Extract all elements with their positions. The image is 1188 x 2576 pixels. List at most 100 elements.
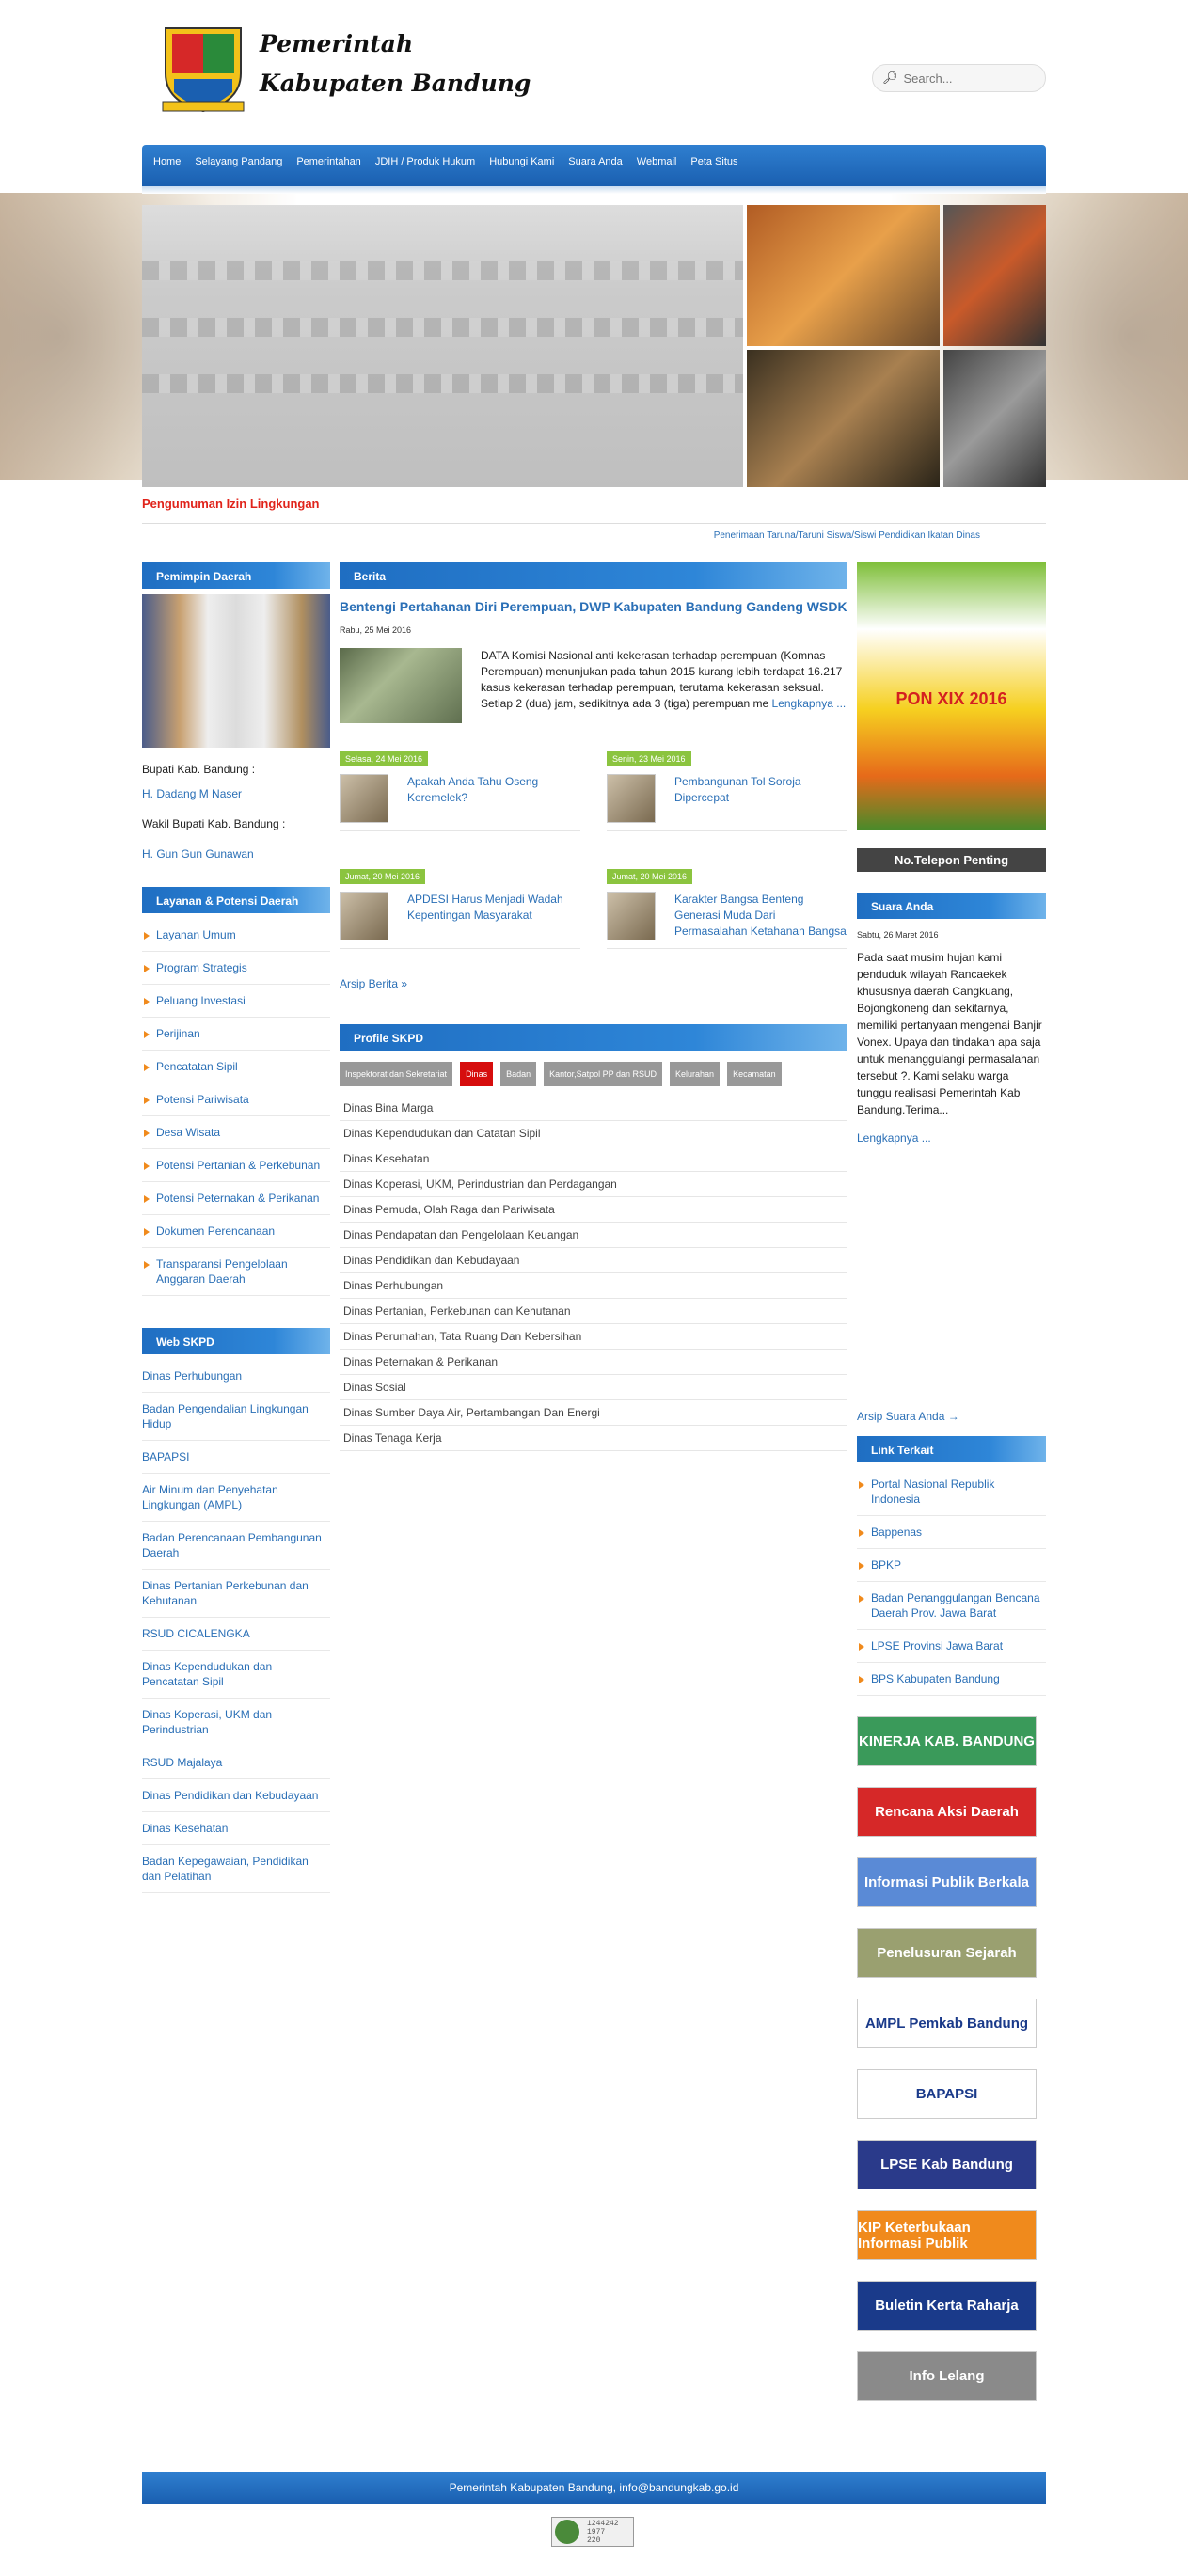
- suara-archive-link[interactable]: Arsip Suara Anda →: [857, 1410, 1046, 1423]
- nav-item-home[interactable]: Home: [153, 156, 181, 167]
- layanan-item[interactable]: Program Strategis: [142, 952, 330, 985]
- news-title-link[interactable]: APDESI Harus Menjadi Wadah Kepentingan M…: [407, 892, 580, 940]
- dinas-item[interactable]: Dinas Perhubungan: [340, 1273, 847, 1299]
- layanan-item[interactable]: Perijinan: [142, 1018, 330, 1051]
- layanan-item[interactable]: Transparansi Pengelolaan Anggaran Daerah: [142, 1248, 330, 1296]
- nav-item-peta-situs[interactable]: Peta Situs: [690, 156, 737, 167]
- web-skpd-item[interactable]: Dinas Koperasi, UKM dan Perindustrian: [142, 1699, 330, 1746]
- banner-bapapsi[interactable]: BAPAPSI: [857, 2069, 1037, 2119]
- image-slider[interactable]: [142, 205, 1046, 487]
- featured-image[interactable]: [340, 648, 462, 723]
- banner-rencana-aksi-daerah[interactable]: Rencana Aksi Daerah: [857, 1787, 1037, 1837]
- related-link[interactable]: Portal Nasional Republik Indonesia: [857, 1468, 1046, 1516]
- news-title-link[interactable]: Karakter Bangsa Benteng Generasi Muda Da…: [674, 892, 847, 940]
- slider-thumbnail[interactable]: [943, 350, 1046, 487]
- nav-item-pemerintahan[interactable]: Pemerintahan: [296, 156, 361, 167]
- nav-item-suara-anda[interactable]: Suara Anda: [568, 156, 623, 167]
- bupati-name-link[interactable]: H. Dadang M Naser: [142, 787, 330, 800]
- dinas-item[interactable]: Dinas Perumahan, Tata Ruang Dan Kebersih…: [340, 1324, 847, 1350]
- slider-thumbnail[interactable]: [943, 205, 1046, 346]
- banner-penelusuran-sejarah[interactable]: Penelusuran Sejarah: [857, 1928, 1037, 1978]
- tab-kecamatan[interactable]: Kecamatan: [727, 1062, 782, 1086]
- nav-item-selayang-pandang[interactable]: Selayang Pandang: [195, 156, 282, 167]
- search-input[interactable]: [903, 71, 1036, 86]
- dinas-item[interactable]: Dinas Pertanian, Perkebunan dan Kehutana…: [340, 1299, 847, 1324]
- web-skpd-item[interactable]: Air Minum dan Penyehatan Lingkungan (AMP…: [142, 1474, 330, 1522]
- web-skpd-item[interactable]: Dinas Perhubungan: [142, 1360, 330, 1393]
- banner-informasi-publik-berkala[interactable]: Informasi Publik Berkala: [857, 1857, 1037, 1907]
- related-link[interactable]: BPS Kabupaten Bandung: [857, 1663, 1046, 1696]
- banner-kinerja-kab-bandung[interactable]: KINERJA KAB. BANDUNG: [857, 1716, 1037, 1766]
- web-skpd-item[interactable]: Dinas Pertanian Perkebunan dan Kehutanan: [142, 1570, 330, 1618]
- tab-dinas[interactable]: Dinas: [460, 1062, 494, 1086]
- layanan-item[interactable]: Peluang Investasi: [142, 985, 330, 1018]
- dinas-item[interactable]: Dinas Bina Marga: [340, 1096, 847, 1121]
- dinas-item[interactable]: Dinas Sumber Daya Air, Pertambangan Dan …: [340, 1400, 847, 1426]
- layanan-item[interactable]: Potensi Pariwisata: [142, 1083, 330, 1116]
- slider-thumbnail[interactable]: [747, 205, 940, 346]
- news-thumbnail[interactable]: [607, 774, 656, 823]
- web-skpd-item[interactable]: BAPAPSI: [142, 1441, 330, 1474]
- layanan-item[interactable]: Dokumen Perencanaan: [142, 1215, 330, 1248]
- archive-berita-link[interactable]: Arsip Berita »: [340, 977, 847, 990]
- web-skpd-item[interactable]: Badan Kepegawaian, Pendidikan dan Pelati…: [142, 1845, 330, 1893]
- dinas-item[interactable]: Dinas Pemuda, Olah Raga dan Pariwisata: [340, 1197, 847, 1223]
- web-skpd-item[interactable]: Dinas Kesehatan: [142, 1812, 330, 1845]
- web-skpd-item[interactable]: Badan Pengendalian Lingkungan Hidup: [142, 1393, 330, 1441]
- search-icon[interactable]: 🔎︎: [882, 71, 898, 86]
- web-skpd-item[interactable]: Badan Perencanaan Pembangunan Daerah: [142, 1522, 330, 1570]
- web-skpd-item[interactable]: RSUD CICALENGKA: [142, 1618, 330, 1651]
- dinas-item[interactable]: Dinas Kependudukan dan Catatan Sipil: [340, 1121, 847, 1146]
- web-skpd-item[interactable]: Dinas Kependudukan dan Pencatatan Sipil: [142, 1651, 330, 1699]
- search-box[interactable]: 🔎︎: [872, 64, 1046, 92]
- dinas-item[interactable]: Dinas Kesehatan: [340, 1146, 847, 1172]
- news-thumbnail[interactable]: [340, 774, 388, 823]
- tab-inspektorat-dan-sekretariat[interactable]: Inspektorat dan Sekretariat: [340, 1062, 453, 1086]
- dinas-item[interactable]: Dinas Tenaga Kerja: [340, 1426, 847, 1451]
- tab-kantor-satpol-pp-dan-rsud[interactable]: Kantor,Satpol PP dan RSUD: [544, 1062, 663, 1086]
- suara-more-link[interactable]: Lengkapnya ...: [857, 1131, 1046, 1145]
- news-thumbnail[interactable]: [607, 892, 656, 940]
- web-skpd-item[interactable]: RSUD Majalaya: [142, 1746, 330, 1779]
- headline-link[interactable]: Bentengi Pertahanan Diri Perempuan, DWP …: [340, 598, 847, 616]
- related-link[interactable]: Bappenas: [857, 1516, 1046, 1549]
- dinas-item[interactable]: Dinas Pendapatan dan Pengelolaan Keuanga…: [340, 1223, 847, 1248]
- slider-thumbnail[interactable]: [747, 350, 940, 487]
- dinas-item[interactable]: Dinas Koperasi, UKM, Perindustrian dan P…: [340, 1172, 847, 1197]
- photo-detail: [142, 318, 743, 337]
- nav-item-webmail[interactable]: Webmail: [637, 156, 677, 167]
- banner-kip-keterbukaan-informasi-publik[interactable]: KIP Keterbukaan Informasi Publik: [857, 2210, 1037, 2260]
- nav-item-jdih-produk-hukum[interactable]: JDIH / Produk Hukum: [375, 156, 475, 167]
- slider-main-photo[interactable]: [142, 205, 743, 487]
- news-title-link[interactable]: Pembangunan Tol Soroja Dipercepat: [674, 774, 847, 823]
- news-thumbnail[interactable]: [340, 892, 388, 940]
- dinas-item[interactable]: Dinas Sosial: [340, 1375, 847, 1400]
- web-skpd-item[interactable]: Dinas Pendidikan dan Kebudayaan: [142, 1779, 330, 1812]
- tab-kelurahan[interactable]: Kelurahan: [670, 1062, 721, 1086]
- wakil-name-link[interactable]: H. Gun Gun Gunawan: [142, 847, 330, 861]
- banner-buletin-kerta-raharja[interactable]: Buletin Kerta Raharja: [857, 2281, 1037, 2331]
- banner-info-lelang[interactable]: Info Lelang: [857, 2351, 1037, 2401]
- layanan-item[interactable]: Desa Wisata: [142, 1116, 330, 1149]
- related-links: Portal Nasional Republik Indonesia Bappen…: [857, 1468, 1046, 1696]
- related-link[interactable]: BPKP: [857, 1549, 1046, 1582]
- dinas-item[interactable]: Dinas Pendidikan dan Kebudayaan: [340, 1248, 847, 1273]
- related-link[interactable]: LPSE Provinsi Jawa Barat: [857, 1630, 1046, 1663]
- layanan-item[interactable]: Layanan Umum: [142, 919, 330, 952]
- tab-badan[interactable]: Badan: [500, 1062, 537, 1086]
- pon-poster[interactable]: PON XIX 2016: [857, 562, 1046, 830]
- kabupaten-logo[interactable]: [161, 26, 246, 113]
- news-title-link[interactable]: Apakah Anda Tahu Oseng Keremelek?: [407, 774, 580, 823]
- layanan-item[interactable]: Potensi Pertanian & Perkebunan: [142, 1149, 330, 1182]
- announcement-link[interactable]: Pengumuman Izin Lingkungan: [142, 497, 320, 511]
- nav-item-hubungi-kami[interactable]: Hubungi Kami: [489, 156, 554, 167]
- related-link[interactable]: Badan Penanggulangan Bencana Daerah Prov…: [857, 1582, 1046, 1630]
- telepon-button[interactable]: No.Telepon Penting: [857, 848, 1046, 872]
- layanan-item[interactable]: Potensi Peternakan & Perikanan: [142, 1182, 330, 1215]
- banner-lpse-kab-bandung[interactable]: LPSE Kab Bandung: [857, 2140, 1037, 2189]
- dinas-item[interactable]: Dinas Peternakan & Perikanan: [340, 1350, 847, 1375]
- layanan-item[interactable]: Pencatatan Sipil: [142, 1051, 330, 1083]
- banner-ampl-pemkab-bandung[interactable]: AMPL Pemkab Bandung: [857, 1999, 1037, 2048]
- news-ticker[interactable]: Penerimaan Taruna/Taruni Siswa/Siswi Pen…: [142, 523, 1046, 541]
- read-more-link[interactable]: Lengkapnya ...: [772, 697, 847, 710]
